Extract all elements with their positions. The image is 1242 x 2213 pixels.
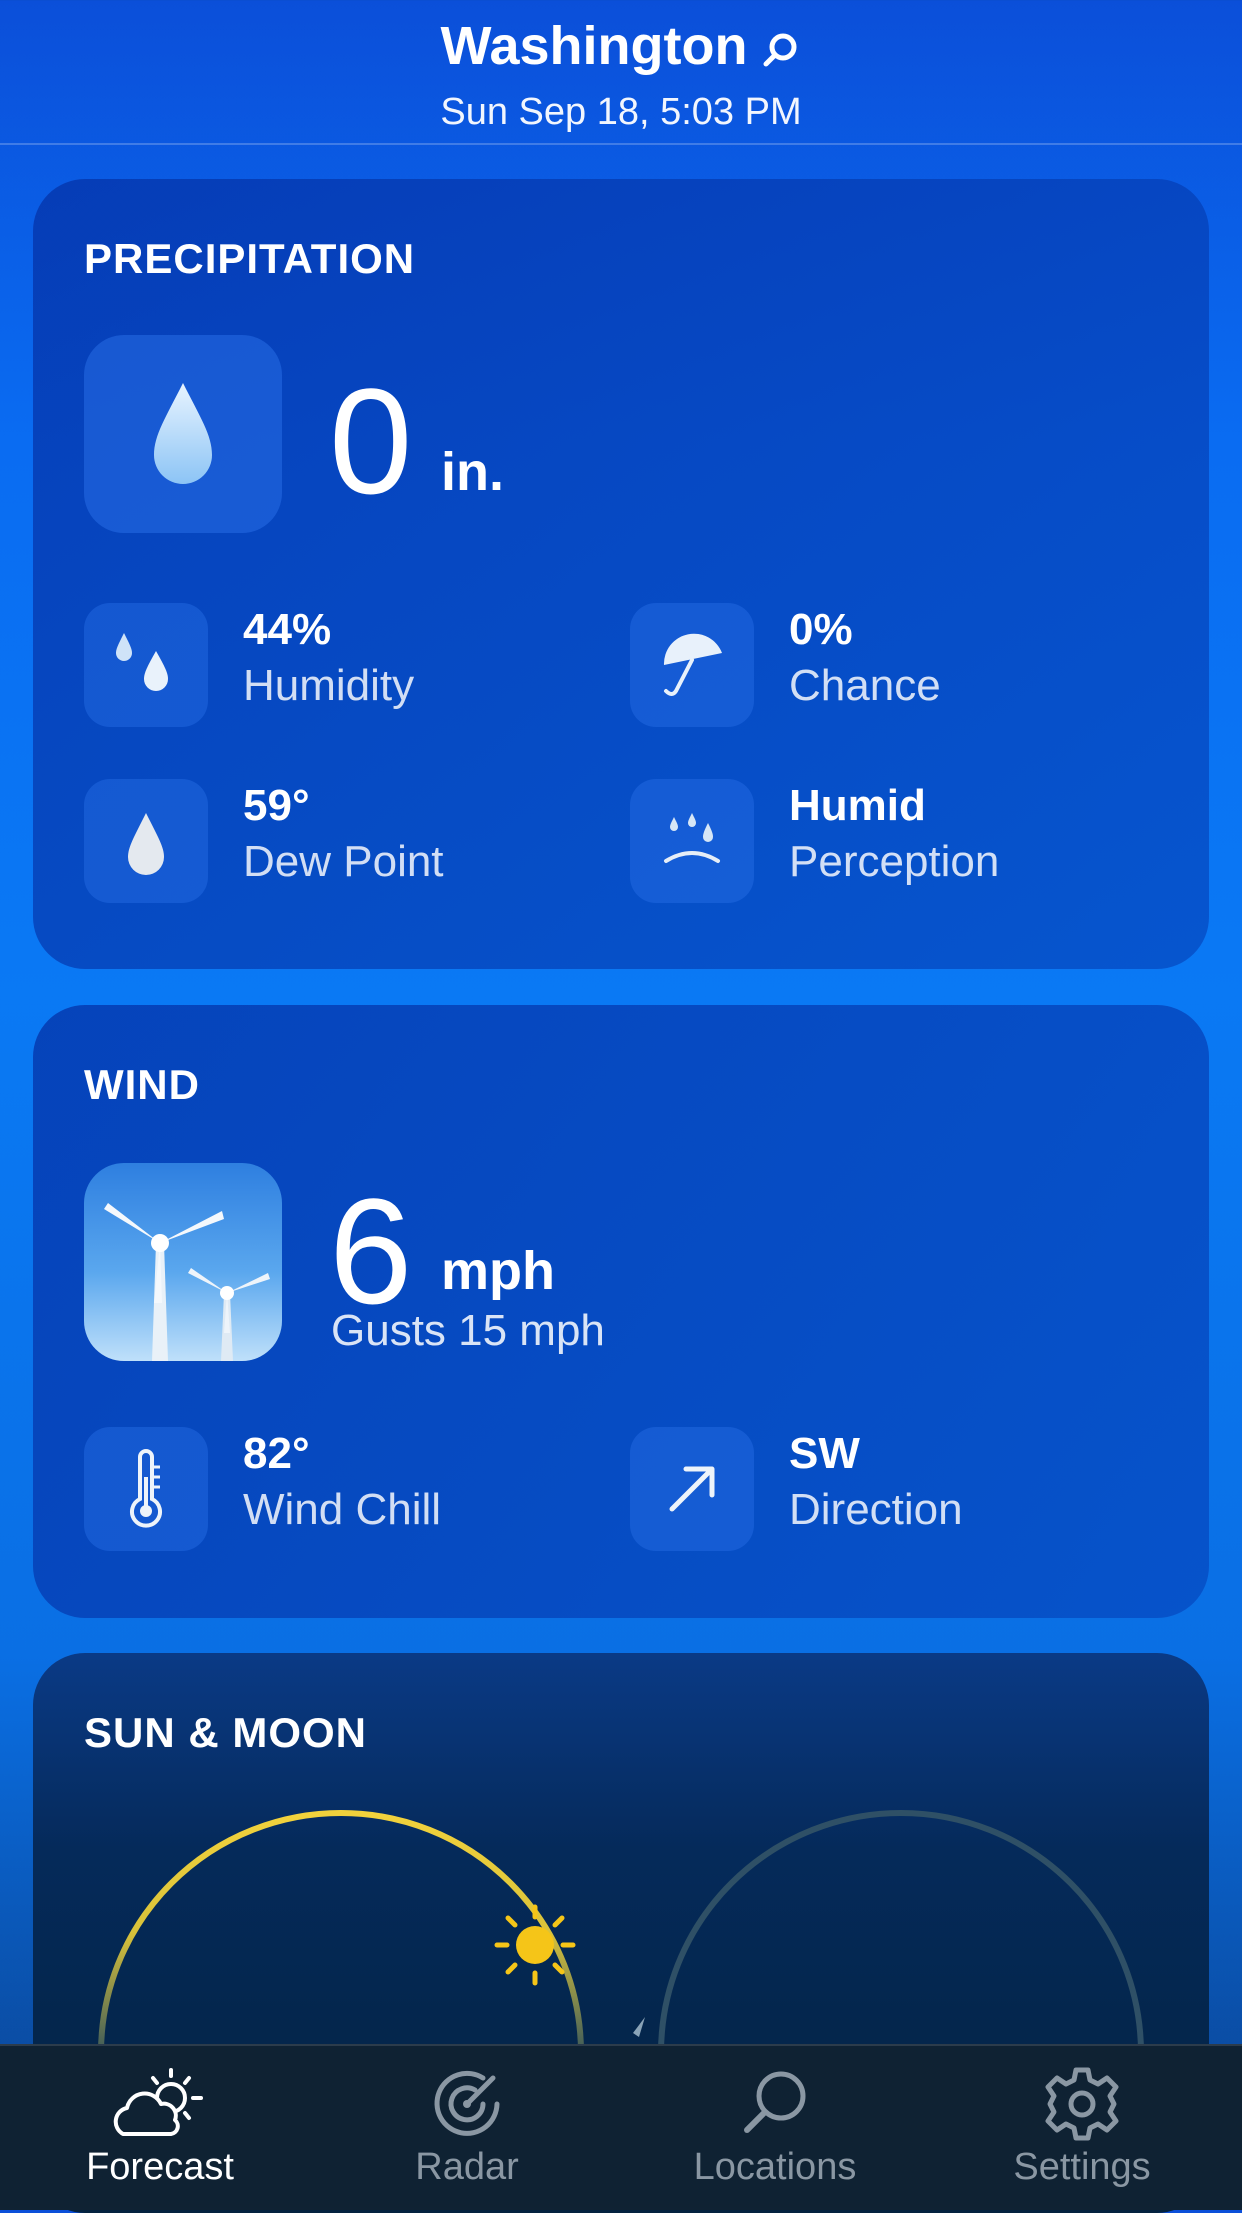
tab-settings[interactable]: Settings — [927, 2046, 1237, 2210]
wind-chill-label: Wind Chill — [243, 1485, 442, 1534]
sweat-face-icon — [664, 813, 720, 863]
city-name[interactable]: Washington — [441, 16, 748, 76]
droplet-icon — [128, 813, 164, 875]
partly-cloudy-icon — [113, 2068, 203, 2136]
dew-point-tile — [84, 779, 208, 903]
header: Washington Sun Sep 18, 5:03 PM — [0, 0, 1242, 145]
tab-label: Settings — [1013, 2146, 1151, 2188]
tab-locations[interactable]: Locations — [620, 2046, 930, 2210]
chance-tile — [630, 603, 754, 727]
perception-value: Humid — [789, 781, 926, 830]
tab-label: Forecast — [86, 2146, 234, 2188]
wind-tile — [84, 1163, 282, 1361]
date-time: Sun Sep 18, 5:03 PM — [440, 91, 802, 133]
precipitation-unit: in. — [441, 442, 504, 502]
perception-label: Perception — [789, 837, 1000, 886]
gear-icon — [1045, 2067, 1119, 2141]
card-title: PRECIPITATION — [84, 235, 416, 282]
tab-bar: Forecast Radar Locations Settings — [0, 2044, 1242, 2210]
wind-unit: mph — [441, 1241, 555, 1301]
humidity-tile — [84, 603, 208, 727]
direction-value: SW — [789, 1429, 860, 1478]
raindrop-icon — [154, 383, 212, 484]
arrow-up-right-icon — [669, 1466, 715, 1512]
wind-turbine-icon — [104, 1203, 270, 1361]
wind-chill-value: 82° — [243, 1429, 310, 1478]
perception-tile — [630, 779, 754, 903]
radar-icon — [434, 2070, 500, 2136]
wind-speed: 6 — [329, 1167, 413, 1335]
card-title: WIND — [84, 1061, 200, 1108]
chance-value: 0% — [789, 605, 853, 654]
humidity-value: 44% — [243, 605, 332, 654]
droplets-icon — [116, 633, 168, 691]
dew-point-value: 59° — [243, 781, 310, 830]
direction-tile — [630, 1427, 754, 1551]
city-title[interactable]: Washington — [0, 14, 1242, 78]
moon-path-arc — [658, 1810, 1144, 2054]
umbrella-icon — [663, 633, 722, 696]
tab-radar[interactable]: Radar — [312, 2046, 622, 2210]
moon-marker-icon — [633, 2017, 645, 2037]
chance-label: Chance — [789, 661, 941, 710]
wind-card: WIND 6 mph Gusts 15 mph 82° Wind Chill S… — [33, 1005, 1209, 1618]
wind-chill-tile — [84, 1427, 208, 1551]
tab-label: Radar — [415, 2146, 519, 2188]
tab-label: Locations — [693, 2146, 857, 2188]
dew-point-label: Dew Point — [243, 837, 444, 886]
direction-label: Direction — [789, 1485, 963, 1534]
tab-forecast[interactable]: Forecast — [5, 2046, 315, 2210]
humidity-label: Humidity — [243, 661, 415, 710]
precipitation-amount: 0 — [329, 357, 413, 525]
precipitation-tile — [84, 335, 282, 533]
sun-path-arc — [98, 1810, 584, 2054]
sun-icon — [494, 1904, 576, 1986]
search-icon — [744, 2071, 806, 2133]
thermometer-icon — [130, 1449, 162, 1528]
search-icon[interactable] — [759, 29, 801, 71]
precipitation-card: PRECIPITATION 0 in. 44% Humidity 0% Chan… — [33, 179, 1209, 969]
wind-gusts: Gusts 15 mph — [331, 1306, 605, 1355]
